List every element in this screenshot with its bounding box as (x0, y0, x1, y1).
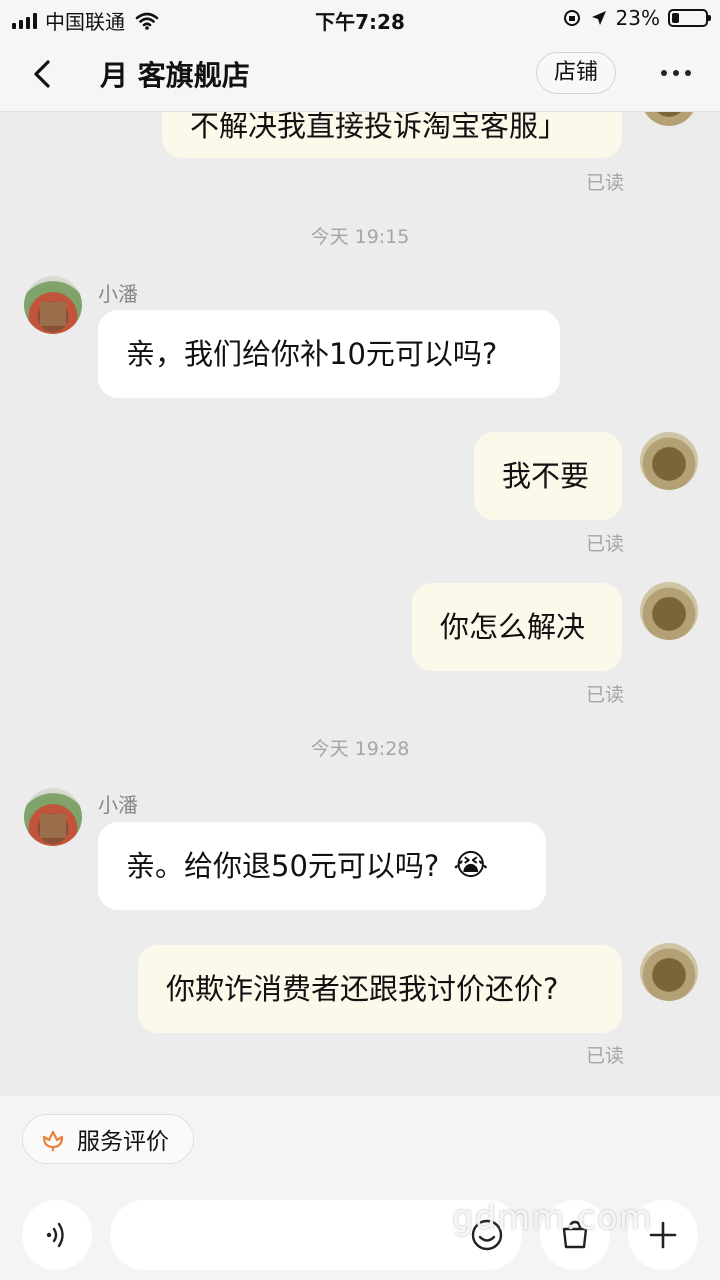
message-bubble-mine[interactable]: 你欺诈消费者还跟我讨价还价? (138, 945, 622, 1033)
message-text: 我不要 (502, 458, 590, 493)
message-list[interactable]: 不解决我直接投诉淘宝客服」 已读 今天 19:15 小潘 亲，我们给你补10元可… (0, 112, 720, 1096)
avatar-blur (40, 814, 66, 838)
battery-percent: 23% (615, 6, 660, 30)
read-status: 已读 (586, 684, 625, 706)
message-bubble-mine[interactable]: 我不要 (474, 432, 622, 520)
shop-title: 月 客旗舰店 (100, 59, 250, 92)
timestamp: 今天 19:15 (310, 226, 410, 248)
read-status: 已读 (586, 1045, 625, 1067)
back-button[interactable] (22, 54, 66, 94)
more-dot (673, 70, 679, 76)
avatar-blur (40, 302, 66, 326)
rating-label: 服务评价 (77, 1129, 169, 1155)
chevron-left-icon (34, 60, 50, 88)
user-avatar[interactable] (640, 582, 698, 640)
more-dots-icon (661, 70, 667, 76)
message-text: 亲，我们给你补10元可以吗? (126, 336, 498, 371)
crying-emoji: 😭 (453, 848, 489, 883)
message-bubble-agent[interactable]: 亲。给你退50元可以吗? 😭 (98, 822, 546, 910)
voice-button[interactable] (22, 1200, 92, 1270)
bottom-bar: 服务评价 (0, 1096, 720, 1280)
location-icon (591, 11, 606, 25)
user-avatar[interactable] (640, 112, 698, 126)
chat-header: 月 客旗舰店 店铺 (0, 36, 720, 112)
agent-avatar[interactable] (24, 788, 82, 846)
message-bubble-mine[interactable]: 不解决我直接投诉淘宝客服」 (162, 112, 622, 158)
service-rating-button[interactable]: 服务评价 (22, 1114, 194, 1164)
message-bubble-mine[interactable]: 你怎么解决 (412, 583, 622, 671)
battery-icon (668, 9, 711, 27)
message-text: 不解决我直接投诉淘宝客服」 (190, 112, 568, 144)
orientation-lock-icon (563, 10, 580, 26)
read-status: 已读 (586, 172, 625, 194)
timestamp: 今天 19:28 (310, 738, 410, 760)
battery-level (672, 13, 680, 23)
user-avatar[interactable] (640, 943, 698, 1001)
message-text: 亲。给你退50元可以吗? (126, 848, 440, 883)
more-button[interactable] (650, 58, 702, 88)
status-right: 23% (562, 6, 711, 30)
flower-icon (42, 1130, 64, 1151)
read-status: 已读 (586, 533, 625, 555)
sender-name: 小潘 (98, 793, 138, 817)
status-bar: 中国联通 下午7:28 23% (0, 0, 720, 36)
message-text: 你怎么解决 (440, 609, 586, 644)
user-avatar[interactable] (640, 432, 698, 490)
watermark: gdmm.com (452, 1198, 653, 1238)
voice-icon (46, 1222, 64, 1248)
agent-avatar[interactable] (24, 276, 82, 334)
message-bubble-agent[interactable]: 亲，我们给你补10元可以吗? (98, 310, 560, 398)
sender-name: 小潘 (98, 282, 138, 306)
store-button[interactable]: 店铺 (536, 52, 616, 94)
more-dot (685, 70, 691, 76)
message-text: 你欺诈消费者还跟我讨价还价? (166, 971, 559, 1006)
